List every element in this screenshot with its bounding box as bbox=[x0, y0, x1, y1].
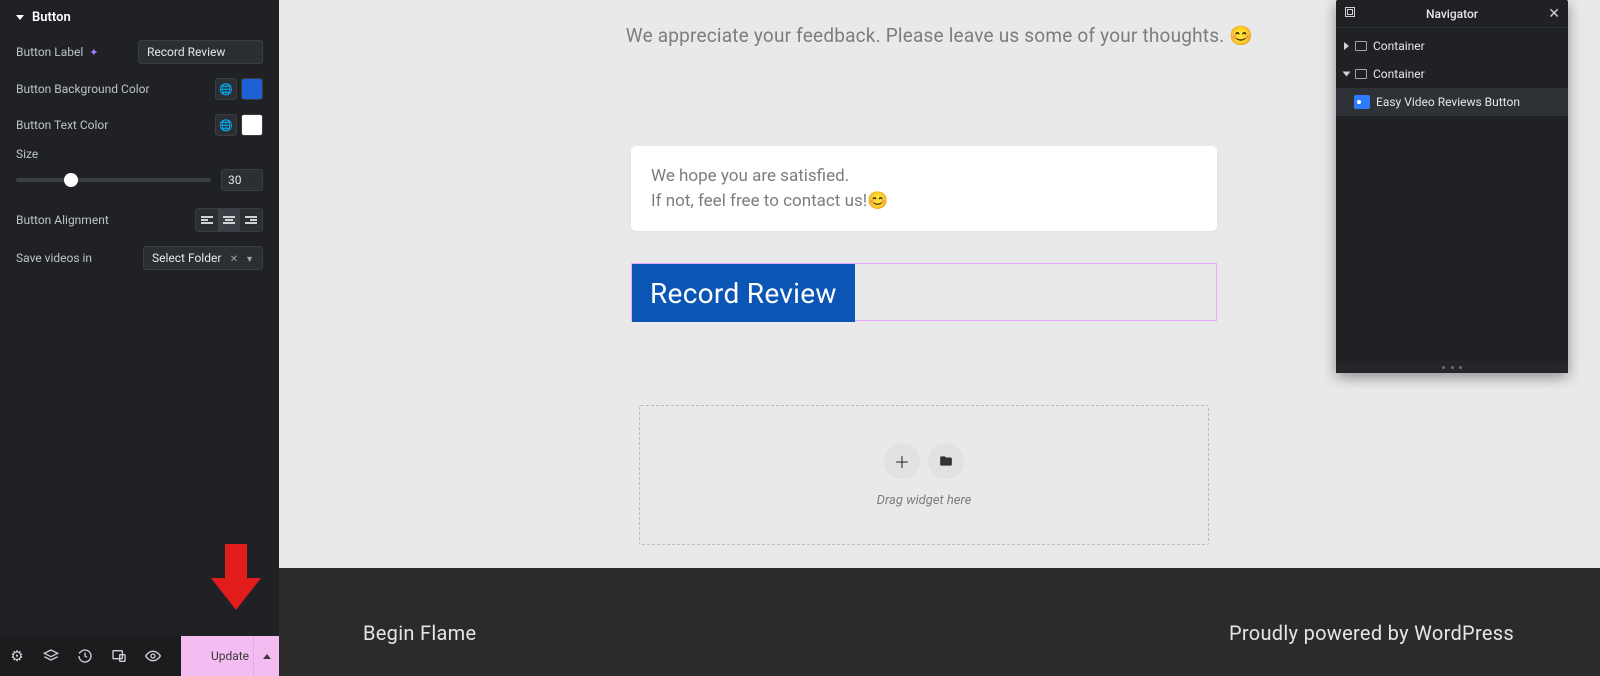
layers-icon[interactable] bbox=[34, 636, 68, 676]
chevron-down-icon: ▼ bbox=[245, 255, 254, 265]
slider-thumb[interactable] bbox=[64, 173, 78, 187]
navigator-tree: Container Container Easy Video Reviews B… bbox=[1336, 28, 1568, 361]
expand-icon[interactable] bbox=[1344, 42, 1349, 50]
selected-widget-outline[interactable]: Record Review bbox=[631, 263, 1217, 321]
card-line-1: We hope you are satisfied. bbox=[651, 164, 1197, 189]
align-center-button[interactable] bbox=[218, 209, 240, 231]
global-color-toggle-2[interactable]: 🌐 bbox=[215, 114, 237, 136]
browse-templates-button[interactable] bbox=[928, 443, 964, 479]
footer-powered-by: Proudly powered by WordPress bbox=[1229, 621, 1514, 645]
widget-dropzone[interactable]: ＋ Drag widget here bbox=[639, 405, 1209, 545]
responsive-icon[interactable] bbox=[102, 636, 136, 676]
folder-icon bbox=[938, 454, 954, 468]
history-icon[interactable] bbox=[68, 636, 102, 676]
control-bg-color: Button Background Color 🌐 bbox=[0, 71, 279, 107]
clear-icon[interactable]: ✕ bbox=[230, 254, 238, 265]
settings-gear-icon[interactable]: ⚙ bbox=[0, 636, 34, 676]
section-header-button[interactable]: Button bbox=[0, 0, 279, 33]
navigator-panel[interactable]: Navigator ✕ Container Container Easy Vid… bbox=[1336, 0, 1568, 373]
button-label-input[interactable] bbox=[138, 40, 263, 64]
close-navigator-button[interactable]: ✕ bbox=[1548, 6, 1560, 22]
navigator-header[interactable]: Navigator ✕ bbox=[1336, 0, 1568, 28]
align-center-icon bbox=[223, 216, 235, 224]
folder-select[interactable]: Select Folder ✕ ▼ bbox=[143, 246, 263, 270]
tree-item-label: Easy Video Reviews Button bbox=[1376, 95, 1520, 109]
record-review-button[interactable]: Record Review bbox=[632, 264, 855, 322]
size-value-input[interactable] bbox=[221, 169, 263, 191]
align-right-icon bbox=[245, 216, 257, 224]
size-field-label: Size bbox=[16, 147, 263, 161]
bg-color-swatch[interactable] bbox=[241, 78, 263, 100]
close-icon: ✕ bbox=[1548, 6, 1560, 22]
button-label-field-label: Button Label bbox=[16, 45, 83, 59]
control-alignment: Button Alignment bbox=[0, 201, 279, 239]
align-left-button[interactable] bbox=[196, 209, 218, 231]
globe-icon: 🌐 bbox=[219, 119, 233, 132]
size-slider[interactable] bbox=[16, 178, 211, 182]
update-button[interactable]: Update bbox=[181, 636, 279, 676]
text-color-field-label: Button Text Color bbox=[16, 118, 108, 132]
update-button-caret[interactable] bbox=[253, 636, 279, 676]
record-review-button-label: Record Review bbox=[650, 277, 837, 310]
info-card: We hope you are satisfied. If not, feel … bbox=[631, 146, 1217, 231]
alignment-field-label: Button Alignment bbox=[16, 213, 109, 227]
global-color-toggle[interactable]: 🌐 bbox=[215, 78, 237, 100]
control-text-color: Button Text Color 🌐 bbox=[0, 107, 279, 143]
globe-icon: 🌐 bbox=[219, 83, 233, 96]
folder-select-placeholder: Select Folder bbox=[152, 251, 221, 265]
dock-icon[interactable] bbox=[1344, 6, 1356, 21]
tree-item-label: Container bbox=[1373, 67, 1425, 81]
control-save-folder: Save videos in Select Folder ✕ ▼ bbox=[0, 239, 279, 277]
align-right-button[interactable] bbox=[240, 209, 262, 231]
update-button-label: Update bbox=[211, 649, 249, 663]
navigator-resize-handle[interactable] bbox=[1336, 361, 1568, 373]
navigator-title: Navigator bbox=[1426, 7, 1478, 21]
section-title: Button bbox=[32, 10, 71, 25]
bg-color-field-label: Button Background Color bbox=[16, 82, 150, 96]
chevron-up-icon bbox=[263, 654, 271, 659]
control-button-label: Button Label ✦ bbox=[0, 33, 279, 71]
sidebar-bottom-toolbar: ⚙ Update bbox=[0, 636, 279, 676]
align-left-icon bbox=[201, 216, 213, 224]
plus-icon: ＋ bbox=[894, 449, 910, 473]
collapse-icon[interactable] bbox=[1343, 72, 1351, 77]
tree-item-video-button[interactable]: Easy Video Reviews Button bbox=[1336, 88, 1568, 116]
save-videos-field-label: Save videos in bbox=[16, 251, 92, 265]
text-color-swatch[interactable] bbox=[241, 114, 263, 136]
container-icon bbox=[1355, 69, 1367, 79]
dropzone-text: Drag widget here bbox=[877, 493, 972, 508]
drag-handle-icon bbox=[1442, 366, 1462, 369]
tree-item-label: Container bbox=[1373, 39, 1425, 53]
preview-eye-icon[interactable] bbox=[136, 636, 170, 676]
tree-item-container-2[interactable]: Container bbox=[1336, 60, 1568, 88]
editor-canvas: We appreciate your feedback. Please leav… bbox=[279, 0, 1600, 676]
container-icon bbox=[1355, 41, 1367, 51]
site-footer: Begin Flame Proudly powered by WordPress bbox=[279, 568, 1600, 676]
add-widget-button[interactable]: ＋ bbox=[884, 443, 920, 479]
control-size: Size bbox=[0, 143, 279, 201]
ai-sparkle-icon[interactable]: ✦ bbox=[89, 46, 98, 59]
tree-item-container-1[interactable]: Container bbox=[1336, 32, 1568, 60]
caret-down-icon bbox=[16, 15, 24, 20]
annotation-arrow bbox=[211, 544, 261, 614]
intro-text-content: We appreciate your feedback. Please leav… bbox=[626, 24, 1253, 47]
card-line-2: If not, feel free to contact us!😊 bbox=[651, 189, 1197, 214]
footer-site-name: Begin Flame bbox=[363, 621, 476, 645]
alignment-button-group bbox=[195, 208, 263, 232]
video-widget-icon bbox=[1354, 95, 1370, 109]
